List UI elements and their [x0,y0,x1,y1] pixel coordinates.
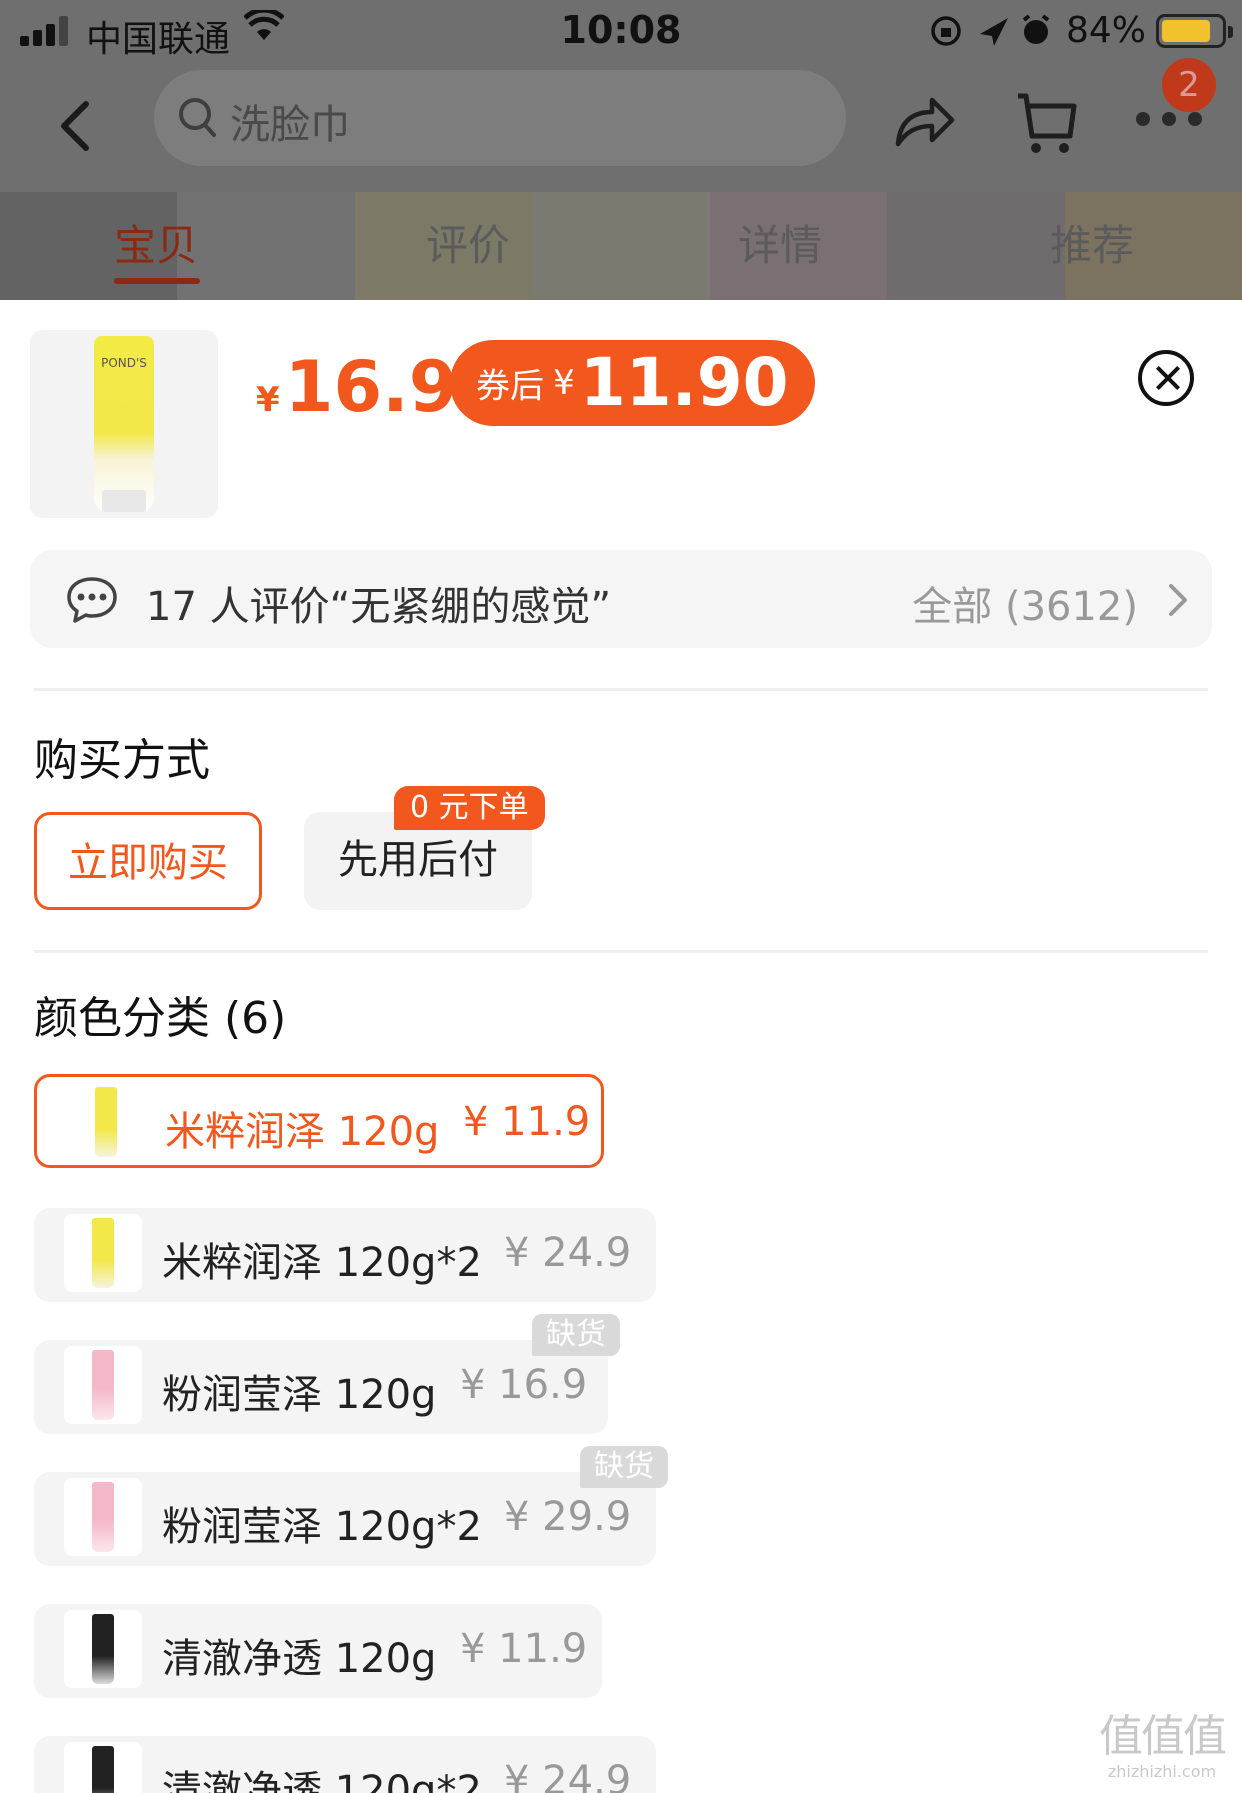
variant-name: 清澈净透 120g*2 [162,1768,482,1793]
variant-thumbnail [64,1214,142,1292]
variant-option[interactable]: 米粹润泽 120g*2 ¥ 24.9 [34,1208,656,1302]
status-bar: 中国联通 10:08 84% [0,0,1242,62]
tube-cap [102,490,146,512]
clock-time: 10:08 [560,8,682,52]
variant-name: 米粹润泽 120g [165,1109,440,1155]
tab-recommend[interactable]: 推荐 [1050,212,1134,273]
sku-selection-sheet: POND'S ¥ 16.9 券后 ¥ 11.90 17 人评价“无紧绷的感觉” … [0,300,1242,1793]
color-category-title: 颜色分类 (6) [34,993,287,1044]
purchase-method-title: 购买方式 [34,735,210,786]
more-options-icon[interactable] [1136,112,1206,132]
variant-price: ¥ 11.9 [460,1626,588,1672]
tab-reviews[interactable]: 评价 [426,212,510,273]
all-reviews-link[interactable]: 全部 (3612) [912,574,1138,632]
price-value: 16.9 [284,346,458,428]
variant-thumbnail [64,1478,142,1556]
divider [34,688,1208,691]
variant-price: ¥ 24.9 [504,1230,632,1276]
coupon-currency: ¥ [553,363,575,403]
back-icon[interactable] [56,96,96,156]
active-tab-indicator [114,278,200,284]
product-brand-text: POND'S [101,356,147,370]
variant-thumbnail [67,1083,145,1161]
battery-icon [1156,14,1233,48]
variant-price: ¥ 11.9 [463,1099,591,1145]
review-highlight-text: 17 人评价“无紧绷的感觉” [146,584,612,630]
tab-baobei[interactable]: 宝贝 [114,212,198,273]
variant-option[interactable]: 清澈净透 120g*2 ¥ 24.9 [34,1736,656,1793]
share-icon[interactable] [894,94,956,150]
dimmed-header-area: 中国联通 10:08 84% 洗脸巾 2 宝贝 评价 详情 推荐 [0,0,1242,300]
variant-option[interactable]: 粉润莹泽 120g*2 ¥ 29.9 [34,1472,656,1566]
out-of-stock-tag: 缺货 [532,1314,620,1356]
coupon-label: 券后 [476,366,544,407]
coupon-price-pill: 券后 ¥ 11.90 [450,340,815,426]
variant-price: ¥ 24.9 [504,1758,632,1793]
variant-thumbnail [64,1346,142,1424]
watermark-url: zhizhizhi.com [1107,1762,1217,1781]
variant-thumbnail [64,1610,142,1688]
product-price: ¥ 16.9 [256,346,457,428]
product-tabs: 宝贝 评价 详情 推荐 [0,212,1242,288]
out-of-stock-tag: 缺货 [580,1446,668,1488]
variant-price: ¥ 29.9 [504,1494,632,1540]
variant-name: 粉润莹泽 120g*2 [162,1504,482,1550]
variant-thumbnail [64,1742,142,1793]
divider [34,950,1208,953]
cart-count-badge: 2 [1162,58,1216,112]
search-bar[interactable]: 洗脸巾 [154,70,846,166]
variant-name: 粉润莹泽 120g [162,1372,437,1418]
search-text: 洗脸巾 [230,102,350,148]
variant-option[interactable]: 米粹润泽 120g ¥ 11.9 [34,1074,604,1168]
chevron-right-icon [1169,584,1187,616]
search-icon [179,98,216,137]
variant-price: ¥ 16.9 [460,1362,588,1408]
variant-option[interactable]: 粉润莹泽 120g ¥ 16.9 [34,1340,608,1434]
variant-option[interactable]: 清澈净透 120g ¥ 11.9 [34,1604,602,1698]
site-watermark: 值值值 zhizhizhi.com [1092,1711,1232,1782]
coupon-price-value: 11.90 [579,344,789,421]
cart-icon[interactable] [1016,92,1078,156]
buy-now-option[interactable]: 立即购买 [34,812,262,910]
variant-name: 清澈净透 120g [162,1636,437,1682]
variant-name: 米粹润泽 120g*2 [162,1240,482,1286]
orientation-location-alarm-icons [931,14,1050,46]
comment-icon [67,577,117,623]
close-icon[interactable] [1138,350,1194,406]
tab-details[interactable]: 详情 [738,212,822,273]
product-thumbnail[interactable]: POND'S [30,330,218,518]
zero-down-tag: 0 元下单 [394,786,545,830]
watermark-logo-text: 值值值 [1099,1711,1227,1762]
battery-percentage: 84% [1066,10,1147,51]
review-summary-bar[interactable]: 17 人评价“无紧绷的感觉” 全部 (3612) [30,550,1212,648]
price-currency: ¥ [256,380,280,420]
